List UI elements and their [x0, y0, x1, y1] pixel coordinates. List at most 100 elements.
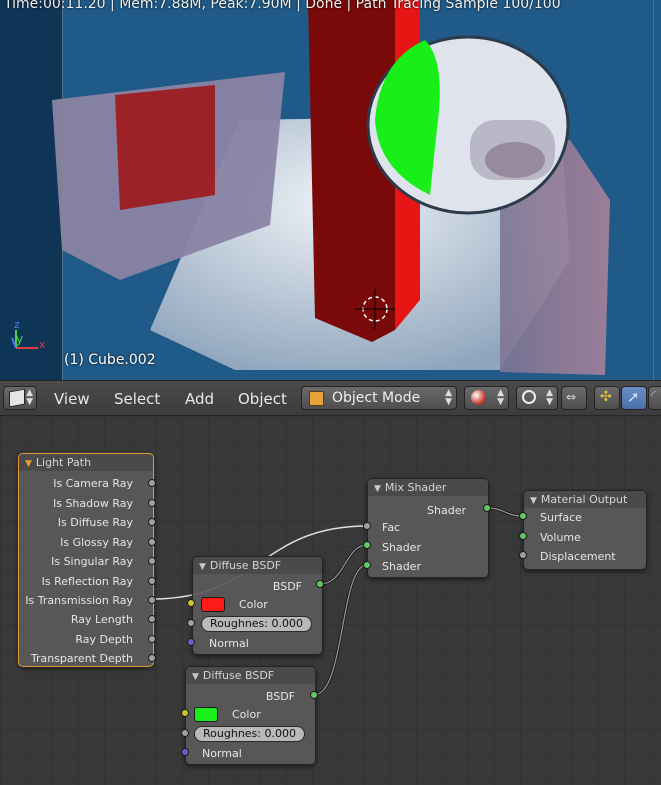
translate-toggle[interactable]: ➚ [621, 386, 647, 410]
socket-is-singular-ray[interactable] [148, 557, 156, 565]
node-title: Diffuse BSDF [209, 559, 282, 572]
axes-manipulator-icon: ✣ [600, 389, 612, 405]
socket-normal-in[interactable] [187, 638, 195, 646]
menu-add[interactable]: Add [185, 390, 214, 408]
socket-shader-2-in[interactable] [363, 561, 371, 569]
3d-viewport[interactable]: Time:00:11.20 | Mem:7.88M, Peak:7.90M | … [0, 0, 661, 380]
sphere-icon [471, 390, 486, 405]
collapse-triangle-icon: ▼ [530, 496, 537, 506]
axis-gizmo: x y z [8, 318, 48, 354]
socket-ray-depth[interactable] [148, 635, 156, 643]
socket-is-camera-ray[interactable] [148, 479, 156, 487]
object-mode-icon [309, 391, 324, 406]
link-mix-to-surface-inner [486, 507, 524, 517]
node-editor[interactable]: ▼ Light Path Is Camera Ray Is Shadow Ray … [0, 416, 661, 785]
arrow-icon: ➚ [627, 388, 640, 406]
rotate-toggle[interactable]: ◜ [648, 386, 661, 410]
cube-icon [9, 388, 25, 408]
output-is-diffuse-ray: Is Diffuse Ray [57, 516, 133, 529]
socket-bsdf-out[interactable] [310, 691, 318, 699]
output-transparent-depth: Transparent Depth [30, 652, 133, 665]
socket-normal-in[interactable] [181, 748, 189, 756]
socket-is-diffuse-ray[interactable] [148, 518, 156, 526]
collapse-triangle-icon: ▼ [374, 484, 381, 494]
socket-is-glossy-ray[interactable] [148, 538, 156, 546]
socket-is-transmission-ray[interactable] [148, 596, 156, 604]
mode-label: Object Mode [332, 390, 421, 406]
input-surface-label: Surface [540, 511, 582, 524]
input-volume-label: Volume [540, 531, 581, 544]
input-displacement-label: Displacement [540, 550, 616, 563]
menu-view[interactable]: View [54, 390, 90, 408]
output-is-shadow-ray: Is Shadow Ray [52, 497, 133, 510]
normal-label: Normal [202, 747, 242, 760]
mode-select[interactable]: Object Mode ▲ ▼ [301, 386, 457, 410]
socket-volume-in[interactable] [519, 532, 527, 540]
node-title: Mix Shader [384, 481, 447, 494]
socket-is-shadow-ray[interactable] [148, 499, 156, 507]
roughness-slider[interactable]: Roughnes: 0.000 [194, 726, 305, 742]
socket-is-reflection-ray[interactable] [148, 577, 156, 585]
output-is-singular-ray: Is Singular Ray [51, 555, 133, 568]
axis-z-label: z [14, 318, 20, 331]
color-swatch-green[interactable] [194, 707, 218, 722]
active-object-label: (1) Cube.002 [64, 352, 156, 368]
menu-select[interactable]: Select [114, 390, 160, 408]
chevron-updown-icon: ▲ ▼ [497, 388, 504, 407]
color-label: Color [239, 598, 268, 611]
node-editor-header: ▲ ▼ View Select Add Object Object Mode ▲ ▼… [0, 380, 661, 416]
socket-color-in[interactable] [181, 709, 189, 717]
axis-y-label: y [16, 332, 24, 346]
rotate-icon: ◜ [651, 388, 657, 404]
collapse-triangle-icon: ▼ [199, 562, 206, 572]
chevron-updown-icon: ▲ ▼ [445, 388, 452, 407]
output-is-reflection-ray: Is Reflection Ray [41, 575, 133, 588]
output-ray-depth: Ray Depth [75, 633, 133, 646]
diffuse-bsdf-node-red[interactable]: ▼ Diffuse BSDF BSDF Color Roughnes: 0.000… [192, 556, 323, 655]
output-is-transmission-ray: Is Transmission Ray [25, 594, 133, 607]
output-is-glossy-ray: Is Glossy Ray [60, 536, 133, 549]
render-preview [0, 0, 661, 380]
socket-surface-in[interactable] [519, 512, 527, 520]
socket-bsdf-out[interactable] [316, 580, 324, 588]
color-swatch-red[interactable] [201, 597, 225, 612]
socket-shader-1-in[interactable] [363, 541, 371, 549]
link-diffuse1-to-shader [319, 543, 368, 586]
manipulator-toggle[interactable]: ✣ [594, 386, 620, 410]
snap-button[interactable]: ⇔ [561, 386, 587, 410]
roughness-slider[interactable]: Roughnes: 0.000 [201, 616, 312, 632]
axis-x-label: x [39, 338, 46, 351]
render-status-text: Time:00:11.20 | Mem:7.88M, Peak:7.90M | … [4, 0, 561, 12]
socket-displacement-in[interactable] [519, 551, 527, 559]
socket-color-in[interactable] [187, 599, 195, 607]
socket-ray-length[interactable] [148, 615, 156, 623]
snap-icon: ⇔ [566, 390, 577, 404]
chevron-updown-icon: ▲ ▼ [546, 388, 553, 407]
input-shader-1-label: Shader [382, 541, 421, 554]
socket-roughness-in[interactable] [181, 729, 189, 737]
light-path-node[interactable]: ▼ Light Path Is Camera Ray Is Shadow Ray … [18, 453, 154, 667]
link-mix-to-surface [486, 506, 524, 518]
viewport-shading-button[interactable]: ▲ ▼ [464, 386, 509, 410]
pivot-point-button[interactable]: ▲ ▼ [516, 386, 558, 410]
socket-shader-out[interactable] [483, 504, 491, 512]
socket-roughness-in[interactable] [187, 619, 195, 627]
node-title: Material Output [540, 493, 628, 506]
editor-type-button[interactable]: ▲ ▼ [3, 386, 37, 410]
output-shader-label: Shader [427, 504, 466, 517]
pivot-icon [522, 390, 536, 404]
input-shader-2-label: Shader [382, 560, 421, 573]
socket-fac-in[interactable] [363, 522, 371, 530]
chevron-updown-icon: ▲ ▼ [26, 388, 33, 407]
diffuse-bsdf-node-green[interactable]: ▼ Diffuse BSDF BSDF Color Roughnes: 0.000… [185, 666, 316, 765]
normal-label: Normal [209, 637, 249, 650]
output-bsdf-label: BSDF [265, 690, 295, 703]
socket-transparent-depth[interactable] [148, 654, 156, 662]
material-output-node[interactable]: ▼ Material Output Surface Volume Displace… [523, 490, 647, 570]
menu-object[interactable]: Object [238, 390, 287, 408]
output-ray-length: Ray Length [70, 613, 133, 626]
mix-shader-node[interactable]: ▼ Mix Shader Shader Fac Shader Shader [367, 478, 489, 578]
output-bsdf-label: BSDF [272, 580, 302, 593]
node-title: Light Path [35, 456, 92, 469]
node-title: Diffuse BSDF [202, 669, 275, 682]
